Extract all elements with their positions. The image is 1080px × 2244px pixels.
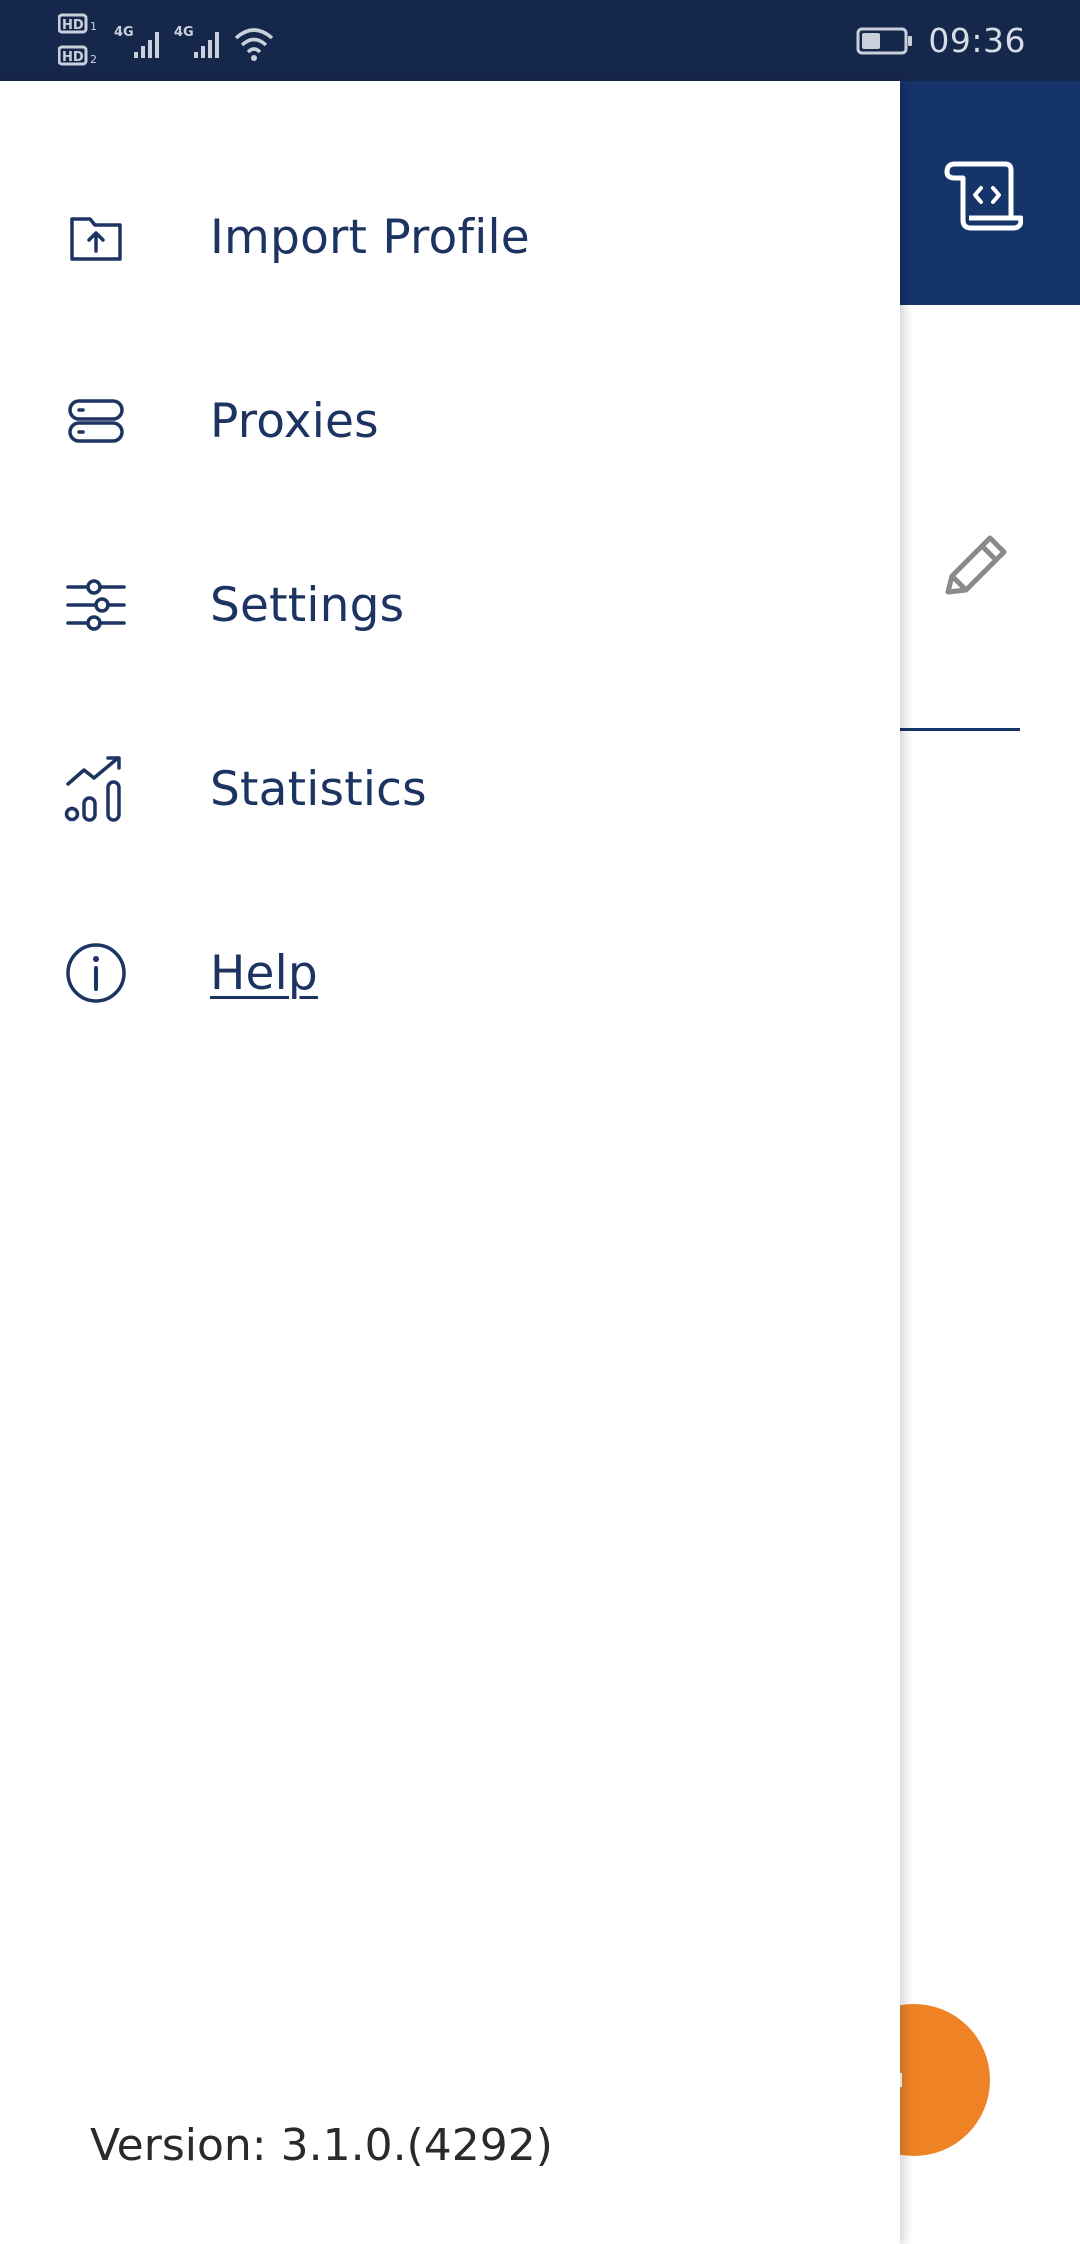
menu-item-proxies[interactable]: Proxies — [0, 351, 900, 491]
svg-text:HD: HD — [62, 50, 84, 65]
status-icons-left: HD 1 HD 2 4G 4G — [58, 12, 288, 70]
server-icon — [62, 387, 130, 455]
svg-text:4G: 4G — [114, 25, 134, 40]
clock: 09:36 — [928, 21, 1026, 60]
status-icons-right: 09:36 — [856, 0, 1026, 81]
menu-item-settings[interactable]: Settings — [0, 535, 900, 675]
code-scroll-icon[interactable] — [943, 158, 1023, 232]
menu-item-statistics[interactable]: Statistics — [0, 719, 900, 859]
menu-item-import-profile[interactable]: Import Profile — [0, 167, 900, 307]
svg-text:HD: HD — [62, 18, 84, 33]
menu-label-import-profile: Import Profile — [210, 209, 530, 265]
menu-label-help: Help — [210, 945, 318, 1001]
menu-label-statistics: Statistics — [210, 761, 427, 817]
sliders-icon — [62, 571, 130, 639]
svg-text:2: 2 — [90, 53, 97, 66]
version-label: Version: 3.1.0.(4292) — [90, 2120, 553, 2171]
menu-item-help[interactable]: Help — [0, 903, 900, 1043]
battery-icon — [856, 27, 913, 54]
background-app — [900, 81, 1080, 2244]
menu-label-settings: Settings — [210, 577, 405, 633]
signal-wifi-icon: HD 1 HD 2 4G 4G — [58, 13, 274, 66]
svg-text:1: 1 — [90, 20, 97, 33]
info-icon — [62, 939, 130, 1007]
tab-indicator — [900, 728, 1020, 731]
folder-upload-icon — [62, 203, 130, 271]
menu-label-proxies: Proxies — [210, 393, 379, 449]
navigation-drawer: Import Profile Proxies Settings Statisti… — [0, 81, 900, 2244]
app-header — [900, 81, 1080, 305]
status-bar: HD 1 HD 2 4G 4G 09:36 — [0, 0, 1080, 81]
svg-text:4G: 4G — [174, 25, 194, 40]
chart-growth-icon — [62, 755, 130, 823]
pencil-icon[interactable] — [938, 528, 1012, 602]
